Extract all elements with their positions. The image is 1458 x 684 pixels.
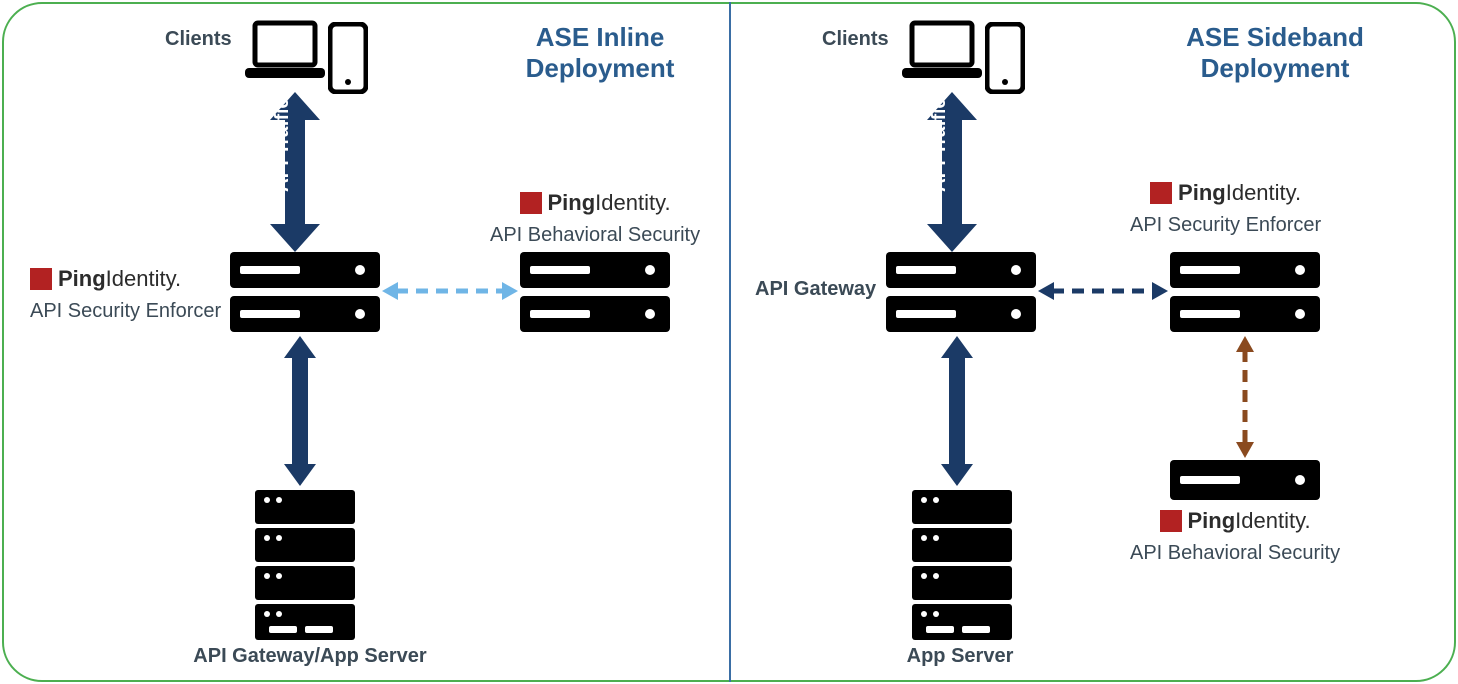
- server-stack-icon: [886, 252, 1036, 332]
- phone-icon: [328, 22, 368, 94]
- server-single-icon: [1170, 460, 1320, 500]
- server-tower-icon: [255, 490, 355, 640]
- ping-brand-text: PingIdentity.: [1188, 508, 1311, 534]
- vertical-arrow-bottom-right: [939, 336, 975, 486]
- dashed-arrow-horizontal: [382, 276, 518, 306]
- ping-square-icon: [520, 192, 542, 214]
- ping-brand-text: PingIdentity.: [58, 266, 181, 292]
- server-stack-icon: [230, 252, 380, 332]
- ping-square-icon: [1150, 182, 1172, 204]
- laptop-icon: [245, 18, 335, 88]
- dashed-arrow-vertical: [1230, 336, 1260, 458]
- right-behavioral-sub: API Behavioral Security: [1130, 542, 1340, 565]
- right-bottom-label: App Server: [860, 645, 1060, 668]
- right-heading-line1: ASE Sideband: [1186, 22, 1364, 52]
- left-heading-line2: Deployment: [526, 53, 675, 83]
- diagram-canvas: ASE Inline Deployment Clients API Traffi…: [0, 0, 1458, 684]
- left-clients-label: Clients: [165, 28, 232, 51]
- server-stack-icon: [520, 252, 670, 332]
- left-behavioral-sub: API Behavioral Security: [490, 224, 700, 247]
- left-ping-behavioral: PingIdentity. API Behavioral Security: [490, 190, 700, 247]
- server-stack-icon: [1170, 252, 1320, 332]
- center-divider: [729, 2, 731, 682]
- left-ping-enforcer: PingIdentity. API Security Enforcer: [30, 266, 221, 323]
- left-heading: ASE Inline Deployment: [480, 22, 720, 84]
- right-api-traffic-label: API Traffic: [929, 85, 951, 205]
- right-clients-label: Clients: [822, 28, 889, 51]
- right-ping-enforcer: PingIdentity. API Security Enforcer: [1130, 180, 1321, 237]
- laptop-icon: [902, 18, 992, 88]
- server-tower-icon: [912, 490, 1012, 640]
- ping-brand-text: PingIdentity.: [548, 190, 671, 216]
- right-heading: ASE Sideband Deployment: [1135, 22, 1415, 84]
- right-enforcer-sub: API Security Enforcer: [1130, 214, 1321, 237]
- left-api-traffic-label: API Traffic: [272, 85, 294, 205]
- right-gateway-label: API Gateway: [755, 278, 876, 301]
- dashed-arrow-horizontal: [1038, 276, 1168, 306]
- left-heading-line1: ASE Inline: [536, 22, 665, 52]
- left-bottom-label: API Gateway/App Server: [165, 645, 455, 668]
- vertical-arrow-bottom-left: [282, 336, 318, 486]
- ping-brand-text: PingIdentity.: [1178, 180, 1301, 206]
- phone-icon: [985, 22, 1025, 94]
- right-heading-line2: Deployment: [1201, 53, 1350, 83]
- right-ping-behavioral: PingIdentity. API Behavioral Security: [1130, 508, 1340, 565]
- ping-square-icon: [1160, 510, 1182, 532]
- left-enforcer-sub: API Security Enforcer: [30, 300, 221, 323]
- ping-square-icon: [30, 268, 52, 290]
